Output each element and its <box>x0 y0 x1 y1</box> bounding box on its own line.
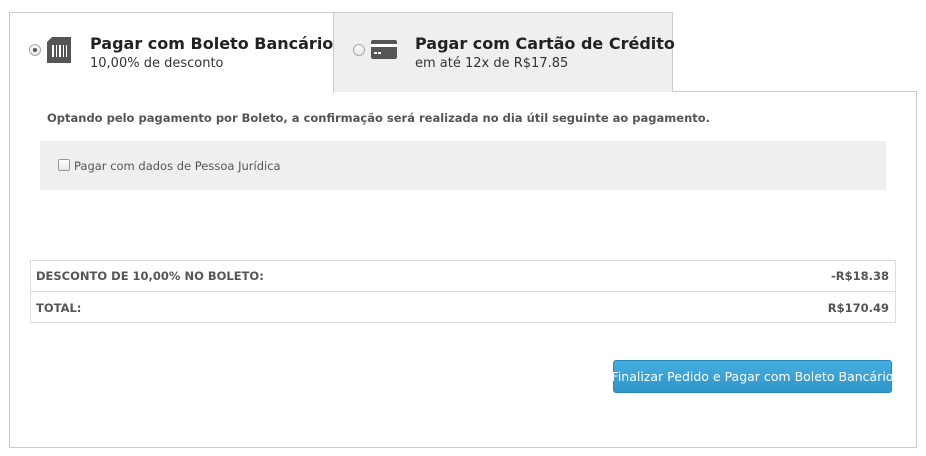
discount-value: -R$18.38 <box>830 269 889 283</box>
pj-option-box: Pagar com dados de Pessoa Jurídica <box>40 141 886 190</box>
barcode-icon <box>47 37 71 67</box>
total-value: R$170.49 <box>827 300 889 315</box>
tab-credit-card-title: Pagar com Cartão de Crédito <box>415 34 675 53</box>
credit-card-icon <box>371 40 397 63</box>
discount-label: DESCONTO DE 10,00% NO BOLETO: <box>36 269 264 283</box>
tab-boleto-title: Pagar com Boleto Bancário <box>90 34 334 53</box>
finish-order-button[interactable]: Finalizar Pedido e Pagar com Boleto Banc… <box>612 360 893 393</box>
total-label: TOTAL: <box>36 300 82 315</box>
pj-checkbox-label[interactable]: Pagar com dados de Pessoa Jurídica <box>74 159 281 173</box>
boleto-info-text: Optando pelo pagamento por Boleto, a con… <box>47 111 711 125</box>
credit-card-radio[interactable] <box>353 44 365 56</box>
pj-checkbox[interactable] <box>58 159 70 171</box>
tab-credit-card[interactable]: Pagar com Cartão de Crédito em até 12x d… <box>333 12 675 92</box>
tab-boleto-subtitle: 10,00% de desconto <box>90 56 224 71</box>
table-row: DESCONTO DE 10,00% NO BOLETO: -R$18.38 <box>31 261 895 292</box>
boleto-radio[interactable] <box>29 44 41 56</box>
table-row: TOTAL: R$170.49 <box>31 292 895 323</box>
tab-boleto[interactable]: Pagar com Boleto Bancário 10,00% de desc… <box>9 12 334 93</box>
tab-credit-card-subtitle: em até 12x de R$17.85 <box>415 56 569 71</box>
order-summary-table: DESCONTO DE 10,00% NO BOLETO: -R$18.38 T… <box>30 260 896 323</box>
